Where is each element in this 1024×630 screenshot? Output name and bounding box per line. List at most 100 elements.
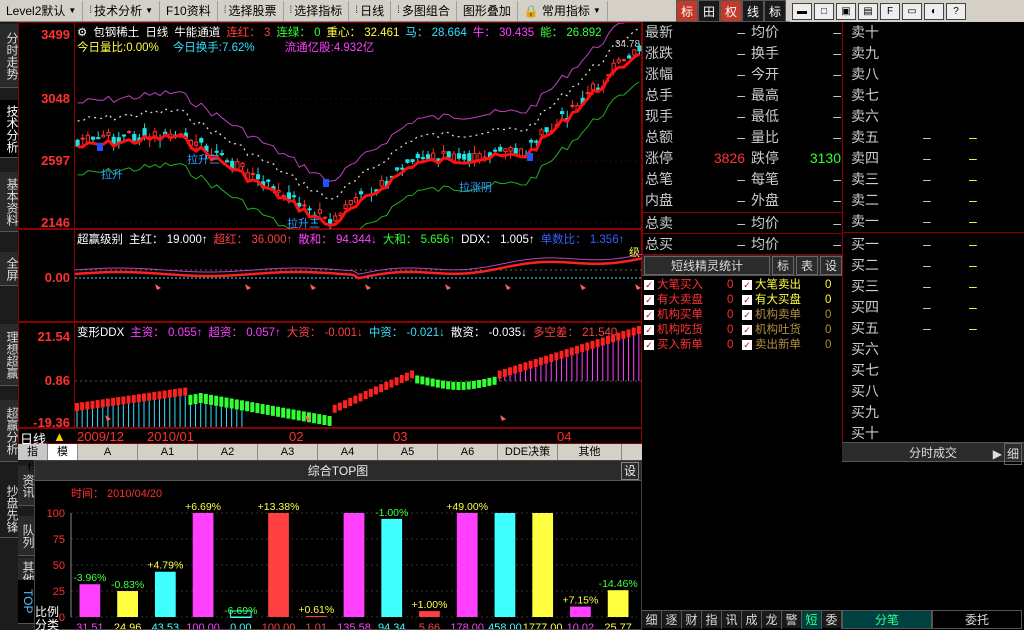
- checkbox-icon[interactable]: ✓: [742, 294, 752, 305]
- tab-0[interactable]: 细: [642, 611, 662, 629]
- tab-intraday[interactable]: 分时走势: [0, 24, 19, 88]
- candle-body: [106, 131, 111, 136]
- sub2-plot: [75, 326, 642, 427]
- tab-dde[interactable]: DDE决策: [498, 444, 558, 460]
- sub-chart-2[interactable]: 21.54 0.86 -19.36 变形DDX 主资： 0.055↑ 超资： 0.0…: [18, 322, 642, 430]
- top-pct-label: +1.00%: [412, 599, 448, 611]
- stat-row[interactable]: ✓ 机构卖单 0: [742, 308, 831, 323]
- stats-mark-button[interactable]: 标: [771, 255, 794, 275]
- panel-icon[interactable]: ▣: [836, 2, 856, 20]
- sub-chart-1[interactable]: 0.00 超赢级别 主红： 19.000↑ 超红： 36.000↑ 散和： 94.34…: [18, 229, 642, 322]
- quote-value: –: [737, 66, 745, 82]
- palette-icon[interactable]: ◐: [924, 2, 944, 20]
- stat-row[interactable]: ✓ 有大卖盘 0: [644, 293, 733, 308]
- menu-f10[interactable]: F10资料: [160, 0, 218, 21]
- top-pct-label: +6.69%: [185, 501, 221, 513]
- detail-button[interactable]: 细: [1003, 443, 1022, 465]
- tab-ideal[interactable]: 理想超赢: [0, 324, 19, 386]
- tab-1[interactable]: 逐: [662, 611, 682, 629]
- tab-mark[interactable]: 标: [676, 0, 698, 22]
- checkbox-icon[interactable]: ✓: [644, 294, 654, 305]
- stats-title[interactable]: 短线精灵统计: [644, 255, 770, 275]
- checkbox-icon[interactable]: ✓: [644, 279, 654, 290]
- tab-full[interactable]: 全屏: [0, 252, 19, 286]
- checkbox-icon[interactable]: ✓: [644, 339, 654, 350]
- stats-settings-button[interactable]: 设: [819, 255, 842, 275]
- tab-a1[interactable]: A1: [138, 444, 198, 460]
- tab-a[interactable]: A: [78, 444, 138, 460]
- signal-marker: [527, 153, 533, 161]
- tab-basic[interactable]: 基本资料: [0, 172, 19, 232]
- stat-row[interactable]: ✓ 机构买单 0: [644, 308, 733, 323]
- checkbox-icon[interactable]: ✓: [742, 339, 752, 350]
- candle-body: [544, 127, 549, 133]
- top-settings-button[interactable]: 设: [621, 462, 639, 480]
- tab-a3[interactable]: A3: [258, 444, 318, 460]
- tab-a2[interactable]: A2: [198, 444, 258, 460]
- main-price-chart[interactable]: 3499 3048 2597 2146 ⚙ 包钢稀土 日线 牛能通道 连红： 3 连绿： …: [18, 22, 642, 230]
- tab-line[interactable]: 线: [742, 0, 764, 22]
- menu-level2[interactable]: Level2默认 ▼: [0, 0, 84, 21]
- tab-9[interactable]: 委: [822, 611, 842, 629]
- tab-mark-2[interactable]: 标: [764, 0, 786, 22]
- stat-row[interactable]: ✓ 有大买盘 0: [742, 293, 831, 308]
- quote-label: 总额: [645, 129, 673, 145]
- tab-tech[interactable]: 技术分析: [0, 100, 19, 158]
- tab-a5[interactable]: A5: [378, 444, 438, 460]
- window-icon[interactable]: ▭: [902, 2, 922, 20]
- menu-select-stock[interactable]: ⁞ 选择股票: [218, 0, 284, 21]
- tab-ticks[interactable]: 分笔: [842, 610, 932, 629]
- tab-3[interactable]: 指: [702, 611, 722, 629]
- orderbook-volume: –: [969, 320, 977, 336]
- restore-icon[interactable]: □: [814, 2, 834, 20]
- tab-indicator[interactable]: 指标: [18, 444, 48, 474]
- checkbox-icon[interactable]: ✓: [742, 309, 752, 320]
- orderbook-sell-row: 卖六: [843, 106, 1024, 127]
- stat-row[interactable]: ✓ 大笔买入 0: [644, 278, 733, 293]
- candle-body: [446, 151, 451, 158]
- stat-row[interactable]: ✓ 机构吃货 0: [644, 323, 733, 338]
- menu-common[interactable]: 🔒 常用指标 ▼: [518, 0, 608, 21]
- f-icon[interactable]: F: [880, 2, 900, 20]
- toolbar-icon[interactable]: ▤: [858, 2, 878, 20]
- tab-queue[interactable]: 队列: [18, 516, 35, 556]
- quote-row: 涨跌 – 换手 –: [643, 43, 843, 64]
- tab-orders[interactable]: 委托: [932, 610, 1022, 629]
- stat-row[interactable]: ✓ 机构吐货 0: [742, 323, 831, 338]
- tab-7[interactable]: 警: [782, 611, 802, 629]
- play-icon[interactable]: ▶: [993, 444, 1002, 464]
- menu-multi[interactable]: ⁞ 多图组合: [391, 0, 457, 21]
- quote-label: 现手: [645, 108, 673, 124]
- menu-daily[interactable]: ⁞ 日线: [349, 0, 392, 21]
- grid-icon[interactable]: 田: [698, 0, 720, 22]
- menu-overlay[interactable]: 图形叠加: [457, 0, 518, 21]
- tab-top[interactable]: TOP: [18, 580, 35, 624]
- tab-5[interactable]: 成: [742, 611, 762, 629]
- tab-other-ind[interactable]: 其他: [558, 444, 622, 460]
- candle-body: [286, 192, 292, 200]
- menu-tech[interactable]: ⁞ 技术分析 ▼: [83, 0, 161, 21]
- tab-pioneer[interactable]: 抄盘先锋: [0, 480, 19, 538]
- tab-analysis[interactable]: 超赢分析: [0, 400, 19, 462]
- tab-8[interactable]: 短: [802, 611, 822, 629]
- tab-6[interactable]: 龙: [762, 611, 782, 629]
- checkbox-icon[interactable]: ✓: [742, 279, 752, 290]
- stat-count: 0: [727, 294, 734, 306]
- minimize-icon[interactable]: ▬: [792, 2, 812, 20]
- menu-select-indicator[interactable]: ⁞ 选择指标: [284, 0, 350, 21]
- tab-template[interactable]: 模板: [48, 444, 78, 474]
- checkbox-icon[interactable]: ✓: [644, 309, 654, 320]
- tab-a6[interactable]: A6: [438, 444, 498, 460]
- stat-row[interactable]: ✓ 买入新单 0: [644, 338, 733, 353]
- tab-right[interactable]: 权: [720, 0, 742, 22]
- tab-2[interactable]: 财: [682, 611, 702, 629]
- tab-a4[interactable]: A4: [318, 444, 378, 460]
- stats-table-button[interactable]: 表: [795, 255, 818, 275]
- checkbox-icon[interactable]: ✓: [644, 324, 654, 335]
- stat-row[interactable]: ✓ 卖出新单 0: [742, 338, 831, 353]
- checkbox-icon[interactable]: ✓: [742, 324, 752, 335]
- top-pct-label: -0.83%: [111, 579, 144, 591]
- stat-row[interactable]: ✓ 大笔卖出 0: [742, 278, 831, 293]
- help-icon[interactable]: ?: [946, 2, 966, 20]
- tab-4[interactable]: 讯: [722, 611, 742, 629]
